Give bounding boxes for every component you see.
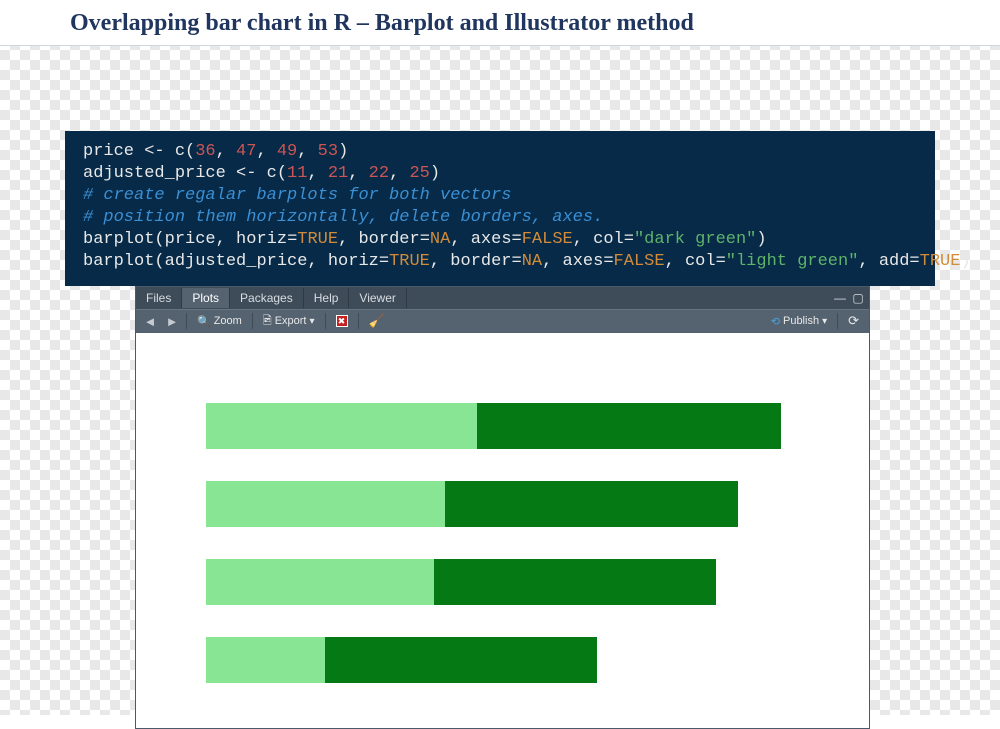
bar-row — [206, 403, 829, 449]
slide-header: Overlapping bar chart in R – Barplot and… — [0, 0, 1000, 46]
tab-viewer[interactable]: Viewer — [349, 288, 406, 308]
publish-button[interactable]: ⟲ Publish ▾ — [767, 314, 831, 329]
pane-tabs: Files Plots Packages Help Viewer — ▢ — [136, 287, 869, 309]
prev-plot-icon[interactable]: ◄ — [142, 313, 158, 329]
chevron-down-icon: ▾ — [309, 316, 314, 327]
code-block: price <- c(36, 47, 49, 53) adjusted_pric… — [65, 131, 935, 286]
code-comment: # create regalar barplots for both vecto… — [83, 186, 511, 205]
maximize-icon[interactable]: ▢ — [851, 291, 865, 305]
bar-adjusted-price — [206, 481, 445, 527]
tab-files[interactable]: Files — [136, 288, 182, 308]
code-num: 36 — [195, 142, 215, 161]
tab-plots[interactable]: Plots — [182, 288, 230, 308]
export-button[interactable]: 🖻 Export ▾ — [259, 311, 319, 332]
separator — [325, 313, 326, 329]
bar-row — [206, 559, 829, 605]
rstudio-plots-pane: Files Plots Packages Help Viewer — ▢ ◄ ►… — [135, 286, 870, 729]
tab-help[interactable]: Help — [304, 288, 350, 308]
plot-canvas — [136, 333, 869, 728]
bar-row — [206, 637, 829, 683]
separator — [252, 313, 253, 329]
export-icon: 🖻 — [263, 312, 272, 331]
separator — [358, 313, 359, 329]
gap — [0, 46, 1000, 131]
separator — [837, 313, 838, 329]
bar-adjusted-price — [206, 559, 434, 605]
refresh-icon: ⟳ — [848, 313, 859, 329]
bar-adjusted-price — [206, 637, 325, 683]
code-comment: # position them horizontally, delete bor… — [83, 208, 603, 227]
publish-label: Publish — [783, 315, 819, 327]
code-op: <- c( — [134, 142, 195, 161]
broom-icon: 🧹 — [369, 313, 385, 329]
remove-plot-button[interactable]: ✖ — [332, 314, 352, 328]
zoom-icon: 🔍 — [197, 315, 211, 328]
page-title: Overlapping bar chart in R – Barplot and… — [0, 10, 1000, 37]
minimize-icon[interactable]: — — [833, 291, 847, 305]
next-plot-icon[interactable]: ► — [164, 313, 180, 329]
bar-adjusted-price — [206, 403, 477, 449]
remove-icon: ✖ — [336, 315, 348, 327]
zoom-label: Zoom — [214, 315, 242, 327]
clear-all-button[interactable]: 🧹 — [365, 312, 389, 330]
tab-packages[interactable]: Packages — [230, 288, 304, 308]
bar-row — [206, 481, 829, 527]
export-label: Export — [275, 315, 307, 327]
publish-icon: ⟲ — [771, 315, 780, 328]
refresh-button[interactable]: ⟳ — [844, 312, 863, 330]
chevron-down-icon: ▾ — [822, 316, 827, 327]
zoom-button[interactable]: 🔍 Zoom — [193, 314, 246, 329]
separator — [186, 313, 187, 329]
pane-toolbar: ◄ ► 🔍 Zoom 🖻 Export ▾ ✖ 🧹 ⟲ Publish ▾ ⟳ — [136, 309, 869, 333]
code-var: price — [83, 142, 134, 161]
